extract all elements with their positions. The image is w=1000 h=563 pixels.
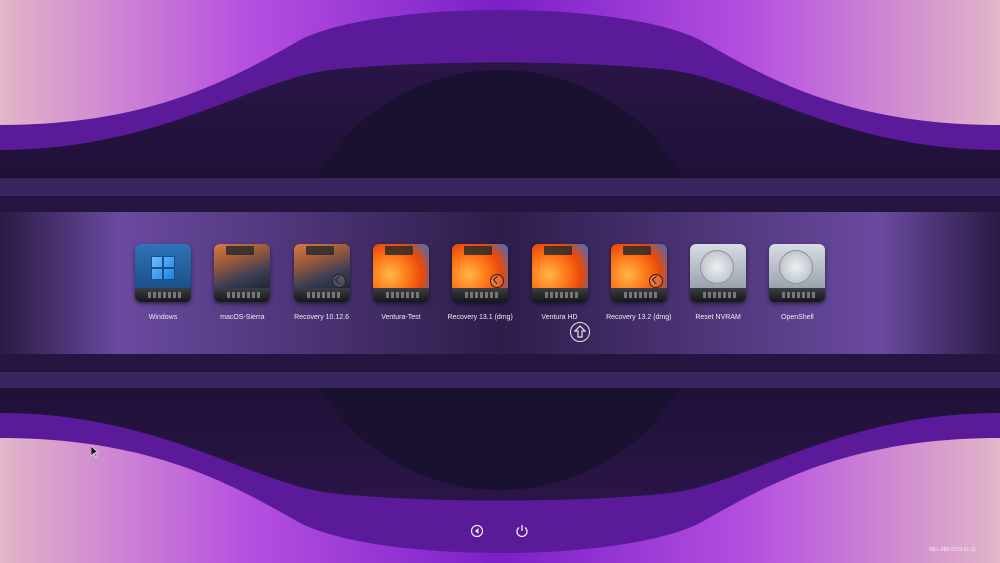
ventura-drive-icon: [531, 244, 588, 302]
boot-entry[interactable]: OpenShell: [752, 238, 842, 348]
arrow-up-icon: [574, 325, 586, 338]
release-version: REL-089-2023-01-11: [929, 547, 976, 553]
recovery-badge-icon: [331, 274, 346, 288]
boot-entry[interactable]: Recovery 13.2 (dmg): [594, 238, 684, 348]
boot-entry[interactable]: Reset NVRAM: [673, 238, 763, 348]
boot-entry[interactable]: Ventura HD: [515, 238, 605, 348]
boot-entry[interactable]: Recovery 13.1 (dmg): [435, 238, 525, 348]
restart-icon: [470, 524, 484, 538]
boot-entry-label: OpenShell: [781, 314, 814, 321]
boot-entry[interactable]: Recovery 10.12.6: [277, 238, 367, 348]
ventura-recovery-drive-icon: [452, 244, 509, 302]
reset-nvram-icon: [690, 244, 747, 302]
openshell-icon: [769, 244, 826, 302]
power-icon: [516, 525, 528, 538]
selected-entry-indicator[interactable]: [570, 322, 590, 342]
ventura-drive-icon: [372, 244, 429, 302]
sierra-drive-icon: [214, 244, 271, 302]
boot-entry[interactable]: macOS-Sierra: [197, 238, 287, 348]
restart-button[interactable]: [470, 524, 484, 538]
ventura-recovery-drive-icon: [610, 244, 667, 302]
mouse-pointer-icon: [91, 446, 99, 458]
boot-entry[interactable]: Ventura-Test: [356, 238, 446, 348]
windows-drive-icon: [135, 244, 191, 302]
recovery-badge-icon: [648, 274, 663, 288]
sierra-recovery-drive-icon: [293, 244, 350, 302]
boot-entry-list: Windows macOS-Sierra Recovery 10.12.6 Ventu…: [118, 238, 972, 348]
boot-entry[interactable]: Windows: [118, 238, 208, 348]
shutdown-button[interactable]: [515, 524, 529, 538]
